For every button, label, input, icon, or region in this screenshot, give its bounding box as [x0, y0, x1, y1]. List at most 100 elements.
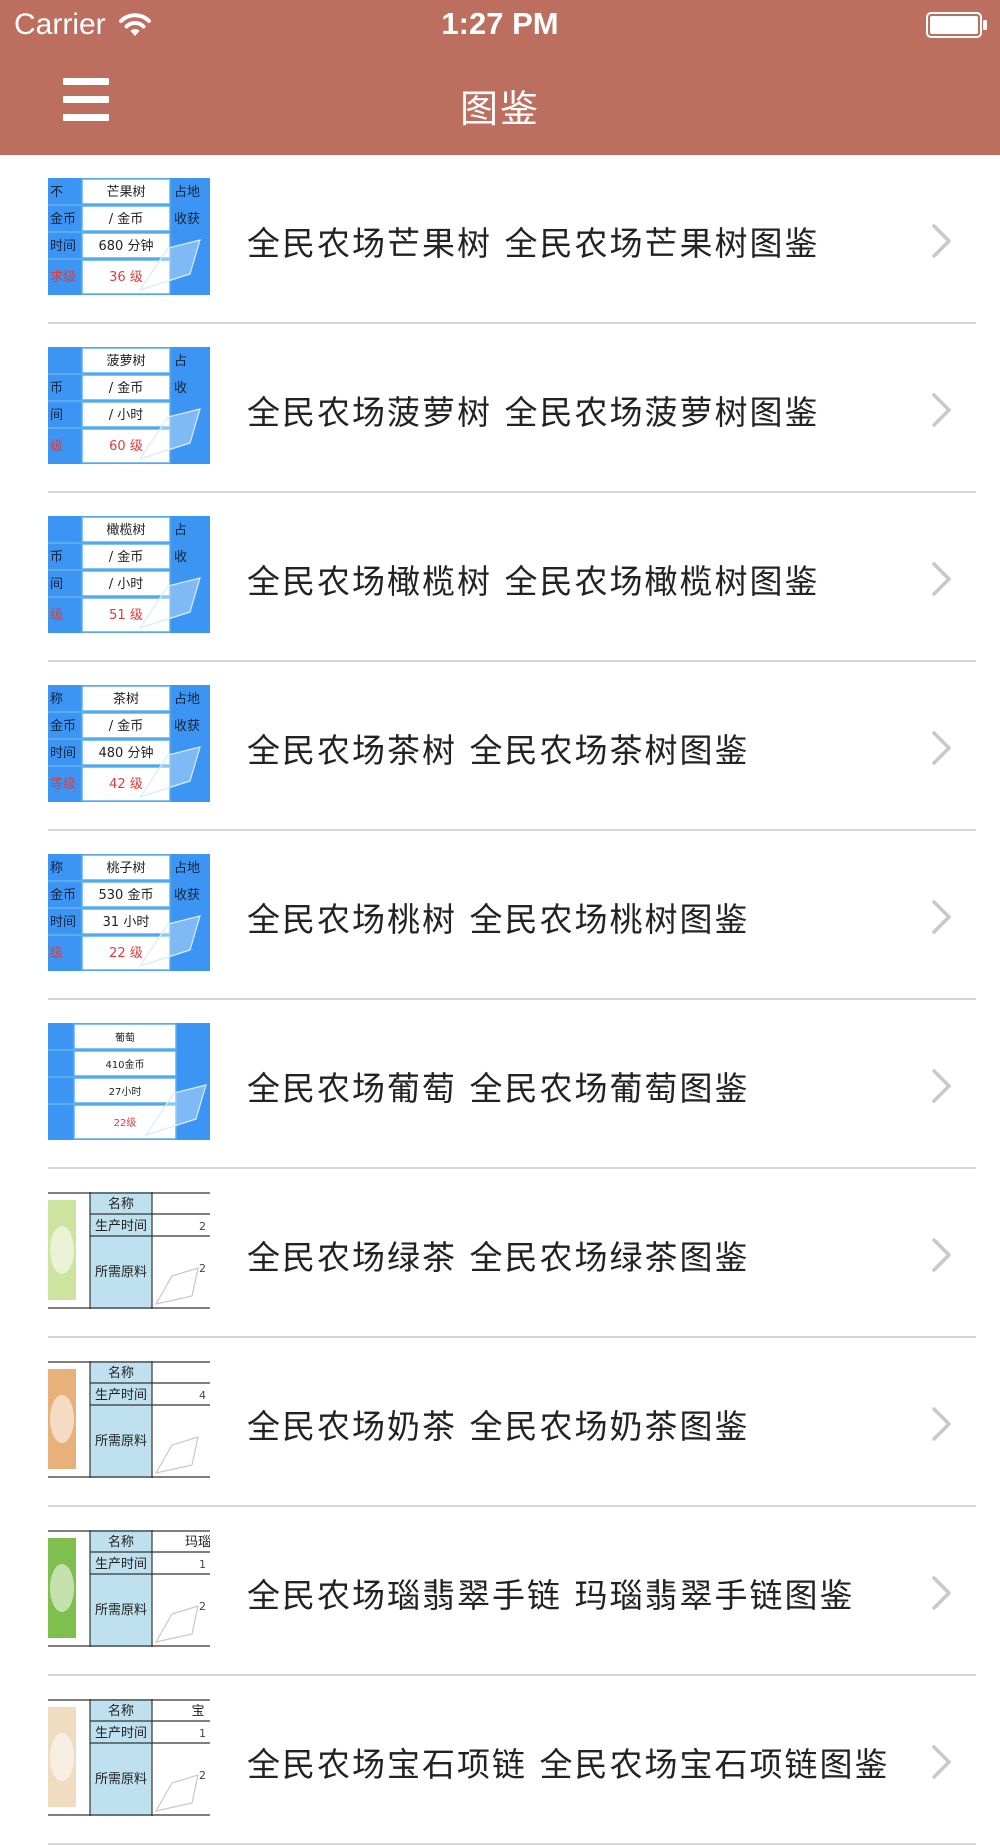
list-item[interactable]: 名称 生产时间 所需原料 2 2 全民农场绿茶 全民农场绿茶图鉴: [0, 1169, 1000, 1338]
thumb-right-label: 收: [174, 550, 187, 565]
thumb-name: 茶树: [113, 691, 139, 707]
thumb-cost: 410金币: [105, 1058, 144, 1071]
chevron-right-icon: [932, 1238, 951, 1272]
chevron-right-icon: [932, 1069, 951, 1103]
thumb-name: 芒果树: [106, 184, 145, 200]
list-item[interactable]: 名称 生产时间 所需原料 宝 1 2 全民农场宝石项链 全民农场宝石项链图鉴: [0, 1676, 1000, 1845]
list-item-label: 全民农场葡萄 全民农场葡萄图鉴: [247, 1069, 750, 1108]
thumb-time: 680 分钟: [99, 238, 154, 254]
thumb-name-label: 名称: [108, 1534, 134, 1550]
thumb-time: / 小时: [109, 577, 144, 592]
thumb-time-label: 生产时间: [95, 1557, 147, 1572]
item-thumbnail: 桃子树 530 金币 31 小时 22 级 称 金币 时间 级 占地 收获: [48, 854, 210, 971]
thumb-material-label: 所需原料: [95, 1772, 147, 1787]
thumb-right-label: 占地: [174, 692, 200, 707]
thumb-name: 桃子树: [106, 861, 145, 876]
thumb-left-label: 间: [50, 408, 63, 423]
thumb-cost: / 金币: [109, 211, 144, 227]
thumb-left-label: 金币: [50, 887, 76, 903]
thumb-left-label: 金币: [50, 211, 76, 227]
thumb-left-label: 级: [50, 439, 63, 454]
thumb-level: 51 级: [109, 608, 143, 623]
thumb-cost: / 金币: [109, 549, 144, 565]
thumb-name-label: 名称: [108, 1196, 134, 1212]
item-thumbnail: 茶树 / 金币 480 分钟 42 级 称 金币 时间 等级 占地 收获: [48, 685, 210, 802]
list-item[interactable]: 橄榄树 / 金币 / 小时 51 级 币 间 级 占 收 全民农场橄榄树 全民农…: [0, 493, 1000, 662]
thumb-right-label: 占地: [174, 185, 200, 200]
chevron-right-icon: [932, 1745, 951, 1779]
thumb-time-value: 1: [199, 1727, 206, 1740]
thumb-level: 36 级: [109, 270, 143, 285]
chevron-right-icon: [932, 1407, 951, 1441]
thumb-time: 31 小时: [103, 915, 150, 930]
chevron-right-icon: [932, 562, 951, 596]
thumb-cost: / 金币: [109, 718, 144, 734]
status-bar: Carrier 1:27 PM: [0, 0, 1000, 50]
thumb-material-value: 2: [199, 1262, 206, 1275]
chevron-right-icon: [932, 393, 951, 427]
list-item-label: 全民农场菠萝树 全民农场菠萝树图鉴: [247, 393, 820, 432]
list-item-label: 全民农场橄榄树 全民农场橄榄树图鉴: [247, 562, 820, 601]
thumb-time: 27小时: [109, 1086, 142, 1098]
thumb-name: 菠萝树: [106, 354, 145, 369]
thumb-time: / 小时: [109, 408, 144, 423]
list-item[interactable]: 葡萄 410金币 27小时 22级 全民农场葡萄 全民农场葡萄图鉴: [0, 1000, 1000, 1169]
list-item[interactable]: 芒果树 / 金币 680 分钟 36 级 不 金币 时间 求级 占地 收获 全民农…: [0, 155, 1000, 324]
thumb-time-value: 2: [199, 1220, 206, 1233]
thumb-cost: / 金币: [109, 380, 144, 396]
thumb-level: 60 级: [109, 439, 143, 454]
chevron-right-icon: [932, 731, 951, 765]
item-thumbnail: 名称 生产时间 所需原料 2 2: [48, 1192, 210, 1309]
thumb-material-label: 所需原料: [95, 1434, 147, 1449]
page-title: 图鉴: [459, 87, 540, 131]
thumb-left-label: 时间: [50, 915, 76, 930]
thumb-left-label: 时间: [50, 746, 76, 761]
item-thumbnail: 葡萄 410金币 27小时 22级: [48, 1023, 210, 1140]
thumb-left-label: 间: [50, 577, 63, 592]
list-item[interactable]: 名称 生产时间 所需原料 玛瑙 1 2 全民农场瑙翡翠手链 玛瑙翡翠手链图鉴: [0, 1507, 1000, 1676]
thumb-cost: 530 金币: [99, 887, 154, 903]
list-item[interactable]: 茶树 / 金币 480 分钟 42 级 称 金币 时间 等级 占地 收获 全民农场…: [0, 662, 1000, 831]
thumb-name-label: 名称: [108, 1365, 134, 1381]
thumb-level: 22级: [114, 1117, 137, 1129]
thumb-level: 42 级: [109, 777, 143, 792]
thumb-left-label: 不: [50, 185, 63, 200]
thumb-level: 22 级: [109, 946, 143, 961]
thumb-right-label: 收: [174, 381, 187, 396]
item-thumbnail: 菠萝树 / 金币 / 小时 60 级 币 间 级 占 收: [48, 347, 210, 464]
battery-icon: [926, 12, 987, 38]
thumb-left-label: 级: [50, 608, 63, 623]
list-item-label: 全民农场绿茶 全民农场绿茶图鉴: [247, 1238, 750, 1277]
list-item-label: 全民农场奶茶 全民农场奶茶图鉴: [247, 1407, 750, 1446]
thumb-right-label: 收获: [174, 888, 200, 903]
thumb-left-label: 称: [50, 861, 63, 876]
thumb-time-label: 生产时间: [95, 1388, 147, 1403]
status-time: 1:27 PM: [441, 6, 559, 41]
catalog-list: 芒果树 / 金币 680 分钟 36 级 不 金币 时间 求级 占地 收获 全民农…: [0, 155, 1000, 1845]
thumb-left-label: 级: [50, 946, 63, 961]
top-bar: Carrier 1:27 PM 图鉴: [0, 0, 1000, 155]
thumb-name-value: 宝: [191, 1704, 204, 1719]
thumb-left-label: 称: [50, 692, 63, 707]
item-thumbnail: 名称 生产时间 所需原料 4: [48, 1361, 210, 1478]
thumb-time: 480 分钟: [99, 745, 154, 761]
list-item-label: 全民农场茶树 全民农场茶树图鉴: [247, 731, 750, 770]
thumb-left-label: 时间: [50, 239, 76, 254]
thumb-left-label: 金币: [50, 718, 76, 734]
list-item[interactable]: 名称 生产时间 所需原料 4 全民农场奶茶 全民农场奶茶图鉴: [0, 1338, 1000, 1507]
chevron-right-icon: [932, 900, 951, 934]
chevron-right-icon: [932, 1576, 951, 1610]
thumb-material-label: 所需原料: [95, 1603, 147, 1618]
thumb-left-label: 币: [50, 381, 63, 396]
item-thumbnail: 名称 生产时间 所需原料 宝 1 2: [48, 1699, 210, 1816]
thumb-time-value: 4: [199, 1389, 206, 1402]
item-thumbnail: 芒果树 / 金币 680 分钟 36 级 不 金币 时间 求级 占地 收获: [48, 178, 210, 295]
thumb-name-label: 名称: [108, 1703, 134, 1719]
thumb-right-label: 收获: [174, 719, 200, 734]
thumb-left-label: 币: [50, 550, 63, 565]
thumb-name-value: 玛瑙: [185, 1535, 210, 1550]
thumb-name: 橄榄树: [106, 522, 145, 538]
list-item[interactable]: 菠萝树 / 金币 / 小时 60 级 币 间 级 占 收 全民农场菠萝树 全民农…: [0, 324, 1000, 493]
list-item[interactable]: 桃子树 530 金币 31 小时 22 级 称 金币 时间 级 占地 收获 全民农…: [0, 831, 1000, 1000]
thumb-left-label: 等级: [50, 776, 76, 792]
